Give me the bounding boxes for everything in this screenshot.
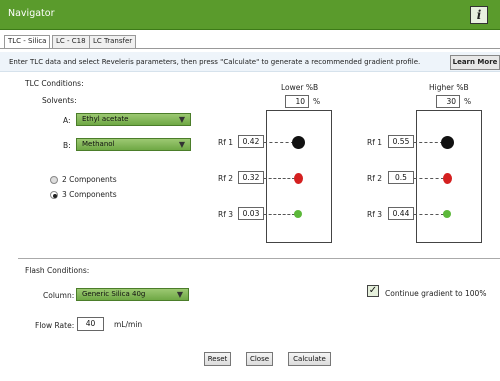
tlc-conditions-label: TLC Conditions:: [25, 79, 84, 88]
solvent-a-value: Ethyl acetate: [82, 115, 129, 123]
continue-gradient-label: Continue gradient to 100%: [385, 289, 487, 298]
higher-b-unit: %: [464, 97, 472, 106]
learn-more-button[interactable]: Learn More: [450, 55, 500, 70]
chevron-down-icon: ▼: [178, 115, 185, 124]
lower-rf1-leader: [264, 142, 294, 143]
lower-rf2-label: Rf 2: [218, 174, 234, 183]
higher-b-heading: Higher %B: [429, 83, 469, 92]
higher-rf1-spot: [441, 136, 454, 149]
column-label: Column:: [43, 291, 75, 300]
solvent-b-value: Methanol: [82, 140, 115, 148]
solvents-label: Solvents:: [42, 96, 77, 105]
flow-rate-input[interactable]: 40: [77, 317, 104, 331]
radio-2-components-label: 2 Components: [62, 175, 117, 184]
solvent-b-label: B:: [63, 141, 71, 150]
higher-rf2-label: Rf 2: [367, 174, 383, 183]
radio-3-components-label: 3 Components: [62, 190, 117, 199]
lower-rf1-spot: [292, 136, 305, 149]
lower-rf2-leader: [264, 178, 295, 179]
column-dropdown[interactable]: Generic Silica 40g ▼: [76, 288, 189, 301]
instruction-text: Enter TLC data and select Reveleris para…: [9, 58, 421, 66]
chevron-down-icon: ▼: [178, 140, 185, 149]
reset-button[interactable]: Reset: [204, 352, 231, 366]
title-bar: Navigator: [0, 0, 500, 30]
higher-rf2-spot: [443, 173, 452, 184]
solvent-a-dropdown[interactable]: Ethyl acetate ▼: [76, 113, 191, 126]
tab-tlc-silica[interactable]: TLC - Silica: [4, 35, 51, 49]
continue-gradient-checkbox[interactable]: ✓: [367, 285, 379, 297]
flow-rate-unit: mL/min: [114, 320, 143, 329]
tab-lc-transfer[interactable]: LC Transfer: [89, 35, 137, 48]
lower-rf3-leader: [264, 214, 295, 215]
lower-rf1-input[interactable]: 0.42: [238, 135, 264, 148]
higher-rf1-input[interactable]: 0.55: [388, 135, 414, 148]
section-divider: [18, 258, 500, 259]
window-title: Navigator: [8, 8, 55, 19]
lower-b-percent-input[interactable]: 10: [285, 95, 309, 108]
radio-3-components[interactable]: [50, 191, 58, 199]
lower-rf3-label: Rf 3: [218, 210, 234, 219]
calculate-button[interactable]: Calculate: [288, 352, 331, 366]
lower-rf3-input[interactable]: 0.03: [238, 207, 264, 220]
higher-rf3-label: Rf 3: [367, 210, 383, 219]
tab-divider: [0, 48, 500, 49]
flow-rate-label: Flow Rate:: [35, 321, 75, 330]
higher-rf2-input[interactable]: 0.5: [388, 171, 414, 184]
lower-rf1-label: Rf 1: [218, 138, 234, 147]
lower-rf2-spot: [294, 173, 303, 184]
flash-conditions-label: Flash Conditions:: [25, 266, 90, 275]
info-icon[interactable]: i: [470, 6, 488, 24]
lower-rf2-input[interactable]: 0.32: [238, 171, 264, 184]
higher-rf1-label: Rf 1: [367, 138, 383, 147]
higher-b-percent-input[interactable]: 30: [436, 95, 460, 108]
lower-b-unit: %: [313, 97, 321, 106]
column-value: Generic Silica 40g: [82, 290, 146, 298]
solvent-b-dropdown[interactable]: Methanol ▼: [76, 138, 191, 151]
lower-b-heading: Lower %B: [281, 83, 319, 92]
higher-rf2-leader: [414, 178, 444, 179]
lower-rf3-spot: [294, 210, 302, 218]
higher-rf1-leader: [414, 142, 443, 143]
higher-rf3-input[interactable]: 0.44: [388, 207, 414, 220]
radio-2-components[interactable]: [50, 176, 58, 184]
chevron-down-icon: ▼: [176, 290, 183, 299]
close-button[interactable]: Close: [246, 352, 273, 366]
tab-lc-c18[interactable]: LC - C18: [52, 35, 90, 48]
higher-rf3-spot: [443, 210, 451, 218]
higher-rf3-leader: [414, 214, 444, 215]
instruction-banner: Enter TLC data and select Reveleris para…: [0, 52, 500, 72]
solvent-a-label: A:: [63, 116, 71, 125]
